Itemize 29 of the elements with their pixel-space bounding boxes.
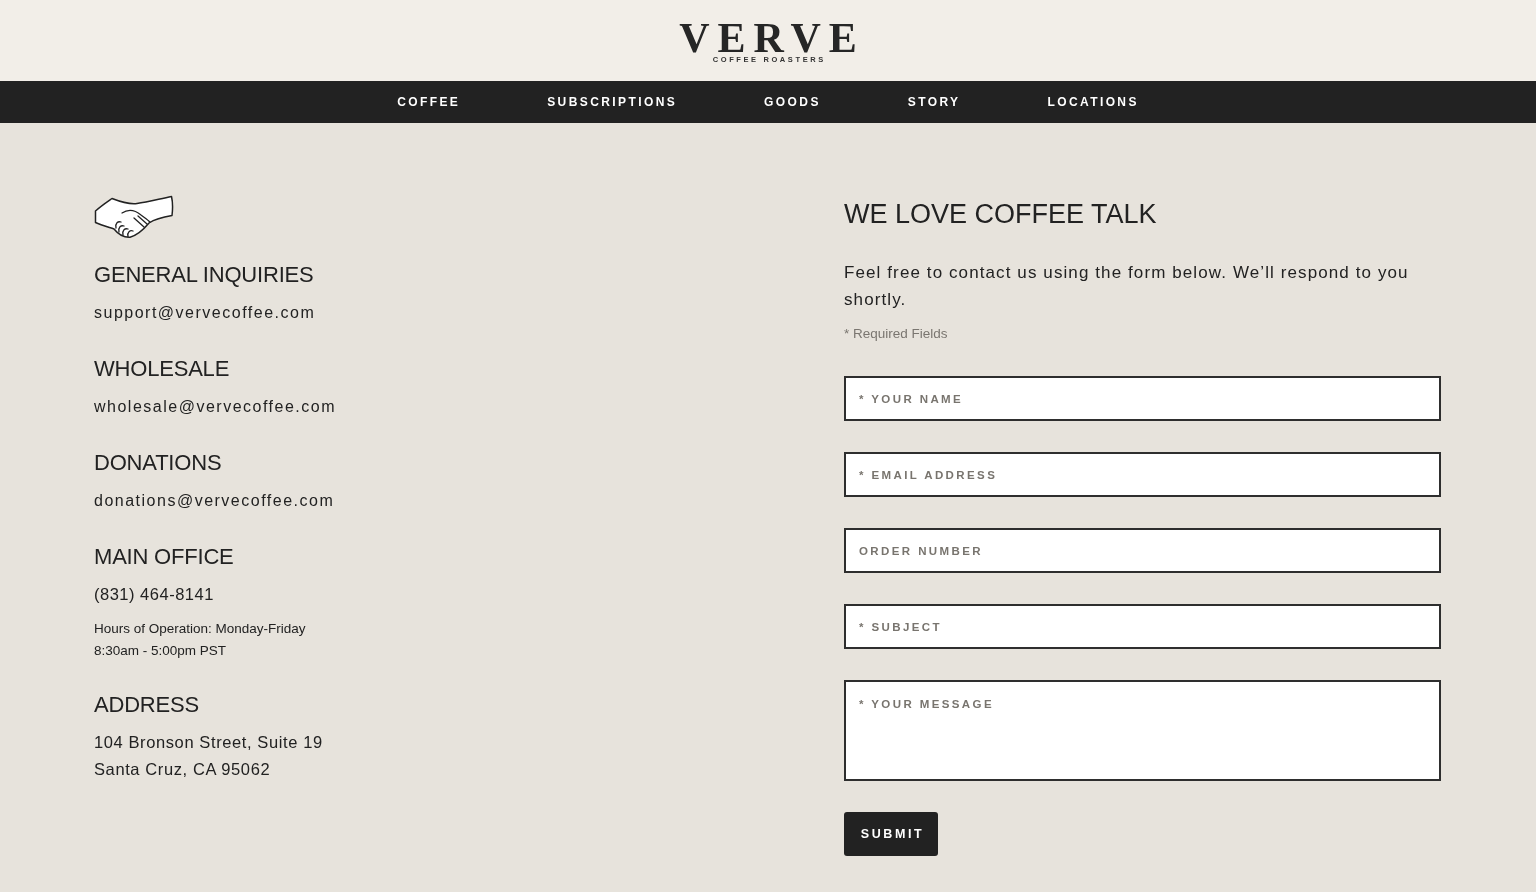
email-link[interactable]: wholesale@vervecoffee.com (94, 393, 336, 420)
nav-link[interactable]: STORY (907, 94, 961, 110)
nav-link[interactable]: LOCATIONS (1047, 94, 1139, 110)
nav-link[interactable]: SUBSCRIPTIONS (547, 94, 678, 110)
section-heading: DONATIONS (94, 449, 222, 477)
section-heading: MAIN OFFICE (94, 543, 234, 571)
nav-link[interactable]: COFFEE (397, 94, 461, 110)
phone-number: (831) 464-8141 (94, 584, 214, 605)
text-field[interactable]: * YOUR NAME (844, 376, 1441, 421)
text-field[interactable]: * EMAIL ADDRESS (844, 452, 1441, 497)
handshake-icon (94, 195, 174, 239)
form-title: WE LOVE COFFEE TALK (844, 198, 1157, 231)
section-heading: ADDRESS (94, 691, 199, 719)
logo-wordmark[interactable]: VERVE (671, 20, 865, 55)
submit-button[interactable]: SUBMIT (844, 812, 938, 856)
form-intro: Feel free to contact us using the form below. We’ll respond to you shortly. (844, 262, 1410, 311)
email-link[interactable]: donations@vervecoffee.com (94, 487, 335, 514)
address-line: Santa Cruz, CA 95062 (94, 759, 271, 780)
message-field[interactable]: * YOUR MESSAGE (844, 680, 1441, 781)
text-field[interactable]: ORDER NUMBER (844, 528, 1441, 573)
hours-text: Hours of Operation: Monday-Friday (94, 620, 306, 638)
section-heading: WHOLESALE (94, 355, 230, 383)
required-note: * Required Fields (844, 325, 948, 343)
text-field[interactable]: * SUBJECT (844, 604, 1441, 649)
section-heading: GENERAL INQUIRIES (94, 261, 314, 289)
email-link[interactable]: support@vervecoffee.com (94, 299, 316, 326)
address-line: 104 Bronson Street, Suite 19 (94, 732, 323, 753)
nav-link[interactable]: GOODS (764, 94, 821, 110)
hours-text: 8:30am - 5:00pm PST (94, 642, 227, 660)
